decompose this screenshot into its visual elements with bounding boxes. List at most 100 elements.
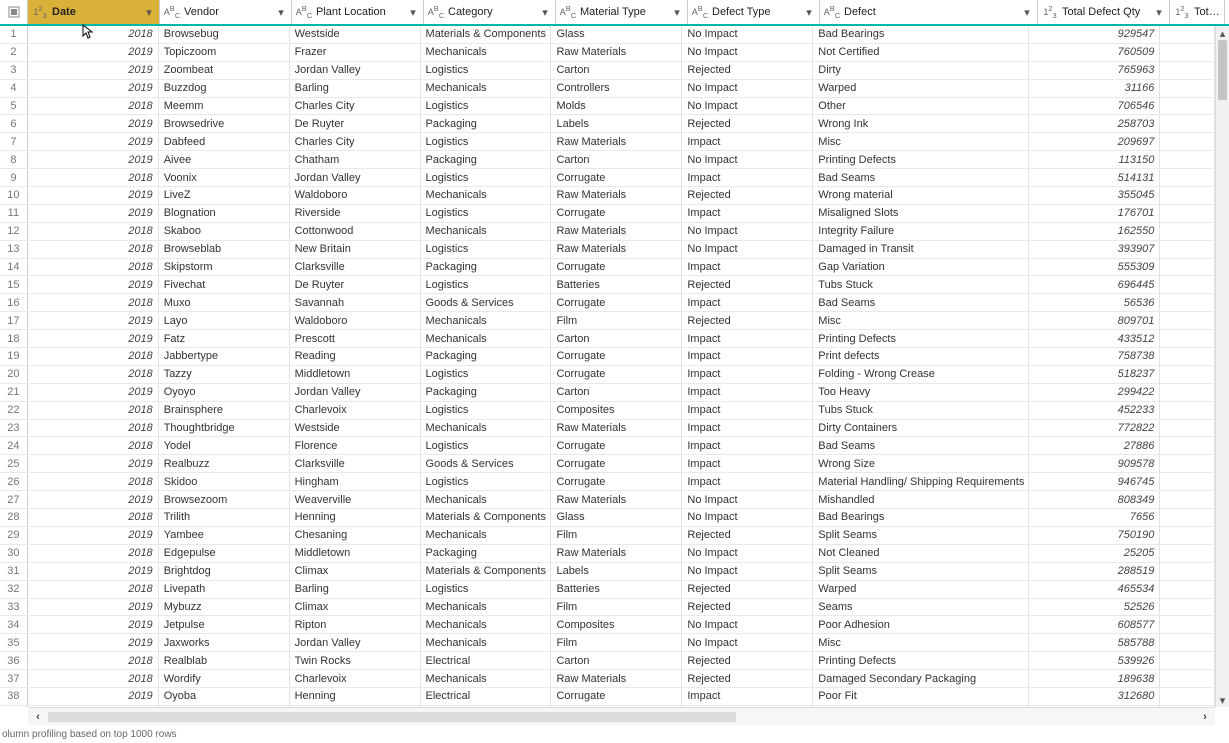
cell-overflow[interactable] xyxy=(1160,187,1215,204)
cell-qty[interactable]: 209697 xyxy=(1029,133,1160,150)
row-number[interactable]: 39 xyxy=(0,706,28,707)
row-number[interactable]: 30 xyxy=(0,545,28,562)
table-row[interactable]: 362018RealblabTwin RocksElectricalCarton… xyxy=(0,652,1215,670)
cell-defect[interactable]: Seams xyxy=(813,599,1029,616)
cell-overflow[interactable] xyxy=(1160,348,1215,365)
cell-date[interactable]: 2019 xyxy=(28,455,159,472)
filter-dropdown-icon[interactable]: ▾ xyxy=(275,6,287,18)
cell-date[interactable]: 2019 xyxy=(28,563,159,580)
cell-qty[interactable]: 299422 xyxy=(1029,384,1160,401)
cell-defect[interactable]: Gap Variation xyxy=(813,259,1029,276)
cell-date[interactable]: 2019 xyxy=(28,276,159,293)
cell-overflow[interactable] xyxy=(1160,276,1215,293)
scroll-thumb[interactable] xyxy=(1218,40,1227,100)
cell-overflow[interactable] xyxy=(1160,402,1215,419)
cell-vendor[interactable]: Browsedrive xyxy=(159,115,290,132)
cell-dtype[interactable]: Impact xyxy=(682,169,813,186)
cell-material[interactable]: Corrugate xyxy=(551,294,682,311)
cell-dtype[interactable]: No Impact xyxy=(682,98,813,115)
cell-qty[interactable]: 288519 xyxy=(1029,563,1160,580)
cell-vendor[interactable]: Brightdog xyxy=(159,563,290,580)
cell-overflow[interactable] xyxy=(1160,169,1215,186)
cell-defect[interactable]: Tubs Stuck xyxy=(813,276,1029,293)
cell-material[interactable]: Carton xyxy=(551,652,682,669)
cell-category[interactable]: Logistics xyxy=(421,276,552,293)
cell-date[interactable]: 2018 xyxy=(28,670,159,687)
cell-overflow[interactable] xyxy=(1160,545,1215,562)
cell-plant[interactable]: De Ruyter xyxy=(290,276,421,293)
cell-defect[interactable]: Damaged in Transit xyxy=(813,241,1029,258)
cell-vendor[interactable]: Oyoyo xyxy=(159,384,290,401)
cell-overflow[interactable] xyxy=(1160,581,1215,598)
cell-material[interactable]: Corrugate xyxy=(551,259,682,276)
column-header-total-do[interactable]: 123Total Do xyxy=(1170,0,1225,24)
cell-plant[interactable]: Jordan Valley xyxy=(290,62,421,79)
table-row[interactable]: 92018VoonixJordan ValleyLogisticsCorruga… xyxy=(0,169,1215,187)
cell-category[interactable]: Goods & Services xyxy=(421,294,552,311)
table-row[interactable]: 82019AiveeChathamPackagingCartonNo Impac… xyxy=(0,151,1215,169)
cell-dtype[interactable]: Rejected xyxy=(682,115,813,132)
vertical-scrollbar[interactable]: ▴ ▾ xyxy=(1215,26,1229,707)
cell-category[interactable]: Mechanicals xyxy=(421,616,552,633)
cell-qty[interactable]: 706546 xyxy=(1029,98,1160,115)
cell-overflow[interactable] xyxy=(1160,330,1215,347)
cell-vendor[interactable]: LiveZ xyxy=(159,187,290,204)
row-number[interactable]: 25 xyxy=(0,455,28,472)
cell-defect[interactable]: Misaligned Slots xyxy=(813,205,1029,222)
cell-defect[interactable]: Dirty Containers xyxy=(813,420,1029,437)
scroll-left-icon[interactable]: ‹ xyxy=(28,711,48,723)
table-row[interactable]: 162018MuxoSavannahGoods & ServicesCorrug… xyxy=(0,294,1215,312)
cell-category[interactable]: Logistics xyxy=(421,205,552,222)
cell-overflow[interactable] xyxy=(1160,205,1215,222)
cell-material[interactable]: Controllers xyxy=(551,80,682,97)
cell-dtype[interactable]: No Impact xyxy=(682,223,813,240)
row-number[interactable]: 36 xyxy=(0,652,28,669)
cell-dtype[interactable]: Rejected xyxy=(682,652,813,669)
cell-date[interactable]: 2019 xyxy=(28,187,159,204)
cell-plant[interactable]: Chatham xyxy=(290,151,421,168)
row-number[interactable]: 38 xyxy=(0,688,28,705)
cell-date[interactable]: 2018 xyxy=(28,509,159,526)
cell-overflow[interactable] xyxy=(1160,563,1215,580)
row-number[interactable]: 20 xyxy=(0,366,28,383)
cell-dtype[interactable]: No Impact xyxy=(682,80,813,97)
cell-vendor[interactable]: Fatz xyxy=(159,330,290,347)
cell-material[interactable]: Corrugate xyxy=(551,205,682,222)
cell-material[interactable]: Composites xyxy=(551,402,682,419)
cell-plant[interactable]: Charles City xyxy=(290,133,421,150)
table-row[interactable]: 172019LayoWaldoboroMechanicalsFilmReject… xyxy=(0,312,1215,330)
cell-dtype[interactable]: Impact xyxy=(682,688,813,705)
cell-plant[interactable]: Charles City xyxy=(290,98,421,115)
row-number[interactable]: 11 xyxy=(0,205,28,222)
filter-dropdown-icon[interactable]: ▾ xyxy=(803,6,815,18)
cell-dtype[interactable]: No Impact xyxy=(682,26,813,43)
cell-vendor[interactable]: Thoughtbridge xyxy=(159,420,290,437)
cell-vendor[interactable]: Realblab xyxy=(159,652,290,669)
row-number[interactable]: 33 xyxy=(0,599,28,616)
table-row[interactable]: 32019ZoombeatJordan ValleyLogisticsCarto… xyxy=(0,62,1215,80)
cell-qty[interactable]: 765963 xyxy=(1029,62,1160,79)
cell-material[interactable]: Batteries xyxy=(551,276,682,293)
cell-date[interactable]: 2018 xyxy=(28,437,159,454)
cell-overflow[interactable] xyxy=(1160,26,1215,43)
cell-category[interactable]: Packaging xyxy=(421,115,552,132)
cell-date[interactable]: 2018 xyxy=(28,402,159,419)
row-number[interactable]: 4 xyxy=(0,80,28,97)
cell-defect[interactable]: Integrity Failure xyxy=(813,223,1029,240)
cell-dtype[interactable]: No Impact xyxy=(682,545,813,562)
cell-category[interactable]: Packaging xyxy=(421,151,552,168)
cell-date[interactable]: 2018 xyxy=(28,241,159,258)
cell-plant[interactable]: Chesaning xyxy=(290,527,421,544)
cell-material[interactable]: Glass xyxy=(551,26,682,43)
cell-category[interactable]: Logistics xyxy=(421,437,552,454)
cell-category[interactable]: Mechanicals xyxy=(421,634,552,651)
cell-qty[interactable]: 393907 xyxy=(1029,241,1160,258)
cell-plant[interactable]: Cottonwood xyxy=(290,223,421,240)
cell-overflow[interactable] xyxy=(1160,384,1215,401)
cell-category[interactable]: Logistics xyxy=(421,366,552,383)
row-number[interactable]: 16 xyxy=(0,294,28,311)
table-row[interactable]: 312019BrightdogClimaxMaterials & Compone… xyxy=(0,563,1215,581)
cell-vendor[interactable]: Jabbertype xyxy=(159,348,290,365)
cell-defect[interactable]: Other xyxy=(813,98,1029,115)
cell-dtype[interactable]: Impact xyxy=(682,384,813,401)
